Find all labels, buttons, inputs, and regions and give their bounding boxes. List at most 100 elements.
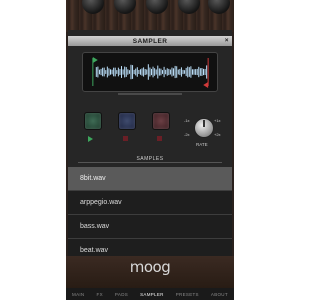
- waveform-bar: [139, 69, 141, 75]
- waveform-bar: [133, 69, 135, 75]
- waveform-bar: [146, 69, 148, 75]
- waveform-bar: [185, 67, 187, 77]
- waveform-bar: [158, 68, 160, 76]
- hardware-knob: [114, 0, 136, 14]
- hardware-knob-row: [66, 0, 234, 16]
- waveform-bar: [128, 70, 130, 74]
- waveform-bar: [199, 68, 201, 76]
- waveform-bar: [152, 66, 154, 78]
- waveform-bar: [188, 67, 190, 77]
- waveform-bar: [163, 66, 165, 78]
- waveform-bar: [166, 68, 168, 76]
- waveform-bar: [144, 69, 146, 75]
- waveform-bar: [111, 69, 113, 75]
- pad-blue-button[interactable]: [118, 112, 136, 130]
- bottom-nav: MAIN FX PADS SAMPLER PRESETS ABOUT: [66, 288, 234, 300]
- waveform-bar: [160, 68, 162, 76]
- waveform-bar: [182, 69, 184, 75]
- waveform-bar: [177, 69, 179, 75]
- list-item[interactable]: 8bit.wav: [68, 167, 232, 191]
- waveform-bar: [162, 70, 164, 74]
- tab-fx[interactable]: FX: [97, 292, 103, 297]
- samples-list: 8bit.wav arppegio.wav bass.wav beat.wav: [68, 167, 232, 263]
- waveform-bar: [184, 70, 186, 74]
- screen-header: SAMPLER ×: [68, 36, 232, 46]
- waveform-bar: [206, 65, 208, 79]
- waveform-bar: [108, 68, 110, 76]
- hardware-knob: [82, 0, 104, 14]
- waveform-bar: [100, 68, 102, 76]
- waveform-scrollbar[interactable]: [118, 93, 182, 95]
- waveform-bar: [127, 69, 129, 75]
- waveform-bar: [105, 70, 107, 74]
- waveform-bar: [155, 69, 157, 75]
- waveform-bar: [138, 70, 140, 74]
- close-icon[interactable]: ×: [225, 37, 229, 44]
- start-marker-icon[interactable]: [92, 57, 98, 63]
- waveform-bar: [113, 67, 115, 77]
- tab-presets[interactable]: PRESETS: [176, 292, 199, 297]
- waveform-bar: [95, 67, 97, 77]
- tab-sampler[interactable]: SAMPLER: [140, 292, 164, 297]
- waveform-bar: [157, 65, 159, 79]
- moog-logo: moog: [129, 258, 171, 276]
- waveform-bar: [203, 68, 204, 76]
- waveform-bar: [103, 67, 105, 77]
- waveform-bar: [201, 68, 203, 76]
- waveform-graphic: [92, 57, 209, 88]
- waveform-bar: [168, 68, 170, 76]
- divider: [78, 162, 222, 163]
- waveform-bar: [135, 68, 137, 76]
- waveform-bar: [143, 67, 145, 77]
- rate-knob[interactable]: [194, 118, 214, 138]
- tab-pads[interactable]: PADS: [115, 292, 128, 297]
- waveform-bar: [130, 64, 132, 80]
- rate-tick-label: +1x: [214, 118, 221, 123]
- pad-green-button[interactable]: [84, 112, 102, 130]
- waveform-bar: [204, 68, 206, 76]
- list-item[interactable]: bass.wav: [68, 215, 232, 239]
- waveform-bar: [114, 67, 116, 77]
- rate-tick-label: -1x: [184, 118, 190, 123]
- rate-label: RATE: [196, 142, 208, 147]
- waveform-bar: [176, 66, 178, 78]
- waveform-bar: [196, 68, 198, 76]
- tab-about[interactable]: ABOUT: [211, 292, 228, 297]
- waveform-bars: [95, 64, 208, 80]
- waveform-bar: [193, 69, 195, 75]
- waveform-bar: [198, 66, 200, 78]
- hardware-knob: [146, 0, 168, 14]
- waveform-bar: [190, 66, 192, 78]
- waveform-bar: [173, 68, 175, 76]
- waveform-bar: [191, 69, 193, 75]
- stop-icon: [157, 136, 162, 141]
- waveform-bar: [125, 67, 127, 77]
- waveform-bar: [119, 69, 121, 75]
- waveform-bar: [98, 69, 100, 75]
- rate-tick-label: +2x: [214, 132, 221, 137]
- waveform-bar: [122, 69, 124, 75]
- waveform-bar: [132, 65, 134, 79]
- waveform-bar: [149, 67, 151, 77]
- waveform-bar: [187, 66, 189, 78]
- waveform-bar: [195, 69, 197, 75]
- waveform-bar: [102, 67, 104, 77]
- waveform-bar: [109, 69, 111, 75]
- waveform-bar: [171, 67, 173, 77]
- waveform-bar: [141, 68, 143, 76]
- play-icon: [88, 136, 93, 142]
- hardware-knob: [178, 0, 200, 14]
- stop-icon: [123, 136, 128, 141]
- waveform-bar: [179, 68, 181, 76]
- rate-tick-label: -2x: [184, 132, 190, 137]
- waveform-bar: [136, 67, 138, 77]
- sampler-panel: SAMPLER × -1x -2x +1x +2x RATE SAMPLES 8…: [68, 30, 232, 263]
- waveform-bar: [147, 64, 149, 80]
- waveform-display[interactable]: [82, 52, 218, 92]
- pad-red-button[interactable]: [152, 112, 170, 130]
- waveform-bar: [117, 67, 119, 77]
- waveform-bar: [169, 69, 171, 75]
- end-marker-icon[interactable]: [203, 82, 209, 88]
- tab-main[interactable]: MAIN: [72, 292, 84, 297]
- list-item[interactable]: arppegio.wav: [68, 191, 232, 215]
